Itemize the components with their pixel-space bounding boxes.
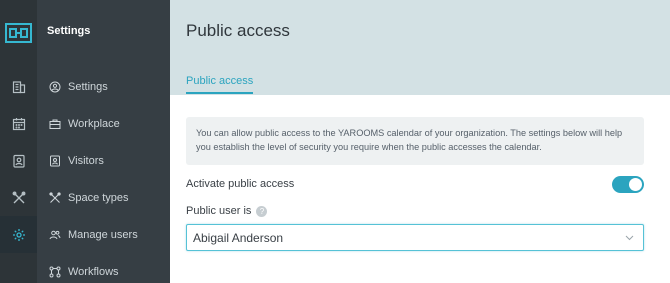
sidebar-item-manage-users[interactable]: Manage users xyxy=(37,216,170,253)
rail-item-calendar[interactable] xyxy=(0,105,37,142)
visitor-badge-icon xyxy=(12,154,25,168)
sidebar-item-label: Space types xyxy=(68,191,129,204)
visitor-badge-icon xyxy=(50,155,60,166)
workflow-icon xyxy=(49,266,61,277)
rail-item-visitors[interactable] xyxy=(0,142,37,179)
sidebar-item-visitors[interactable]: Visitors xyxy=(37,142,170,179)
public-user-label-row: Public user is? xyxy=(186,205,268,217)
tools-icon xyxy=(49,191,61,203)
activate-public-access-toggle[interactable] xyxy=(612,176,644,193)
sidebar-item-settings[interactable]: Settings xyxy=(37,68,170,105)
sidebar-item-label: Settings xyxy=(68,80,108,93)
page-header: Public access Public access xyxy=(170,0,670,95)
public-user-select[interactable]: Abigail Anderson xyxy=(186,224,644,251)
settings-sidebar: Settings Settings Workplace Visitors Spa… xyxy=(37,0,170,283)
page-title: Public access xyxy=(186,21,290,40)
icon-rail xyxy=(0,0,37,283)
help-icon[interactable]: ? xyxy=(256,206,268,217)
sidebar-item-workplace[interactable]: Workplace xyxy=(37,105,170,142)
activate-public-access-label: Activate public access xyxy=(186,178,295,190)
calendar-icon xyxy=(12,117,25,130)
tab-public-access[interactable]: Public access xyxy=(186,75,254,94)
public-user-label: Public user is xyxy=(186,205,252,217)
sidebar-item-label: Visitors xyxy=(68,154,104,167)
rail-item-settings[interactable] xyxy=(0,216,37,253)
briefcase-icon xyxy=(49,119,61,129)
app-title: Settings xyxy=(47,25,91,37)
info-message: You can allow public access to the YAROO… xyxy=(186,117,644,165)
sidebar-item-workflows[interactable]: Workflows xyxy=(37,253,170,283)
sidebar-item-label: Manage users xyxy=(68,228,138,241)
building-icon xyxy=(12,80,25,93)
rail-item-building[interactable] xyxy=(0,68,37,105)
yarooms-logo[interactable] xyxy=(5,23,32,43)
rail-item-space-types[interactable] xyxy=(0,179,37,216)
sidebar-item-label: Workflows xyxy=(68,265,119,278)
user-circle-icon xyxy=(49,81,61,92)
gear-icon xyxy=(12,228,25,241)
sidebar-item-space-types[interactable]: Space types xyxy=(37,179,170,216)
tools-icon xyxy=(12,191,25,203)
users-icon xyxy=(49,230,61,239)
toggle-knob xyxy=(629,178,642,191)
sidebar-item-label: Workplace xyxy=(68,117,120,130)
chevron-down-icon xyxy=(625,235,634,241)
public-user-value: Abigail Anderson xyxy=(193,230,284,245)
